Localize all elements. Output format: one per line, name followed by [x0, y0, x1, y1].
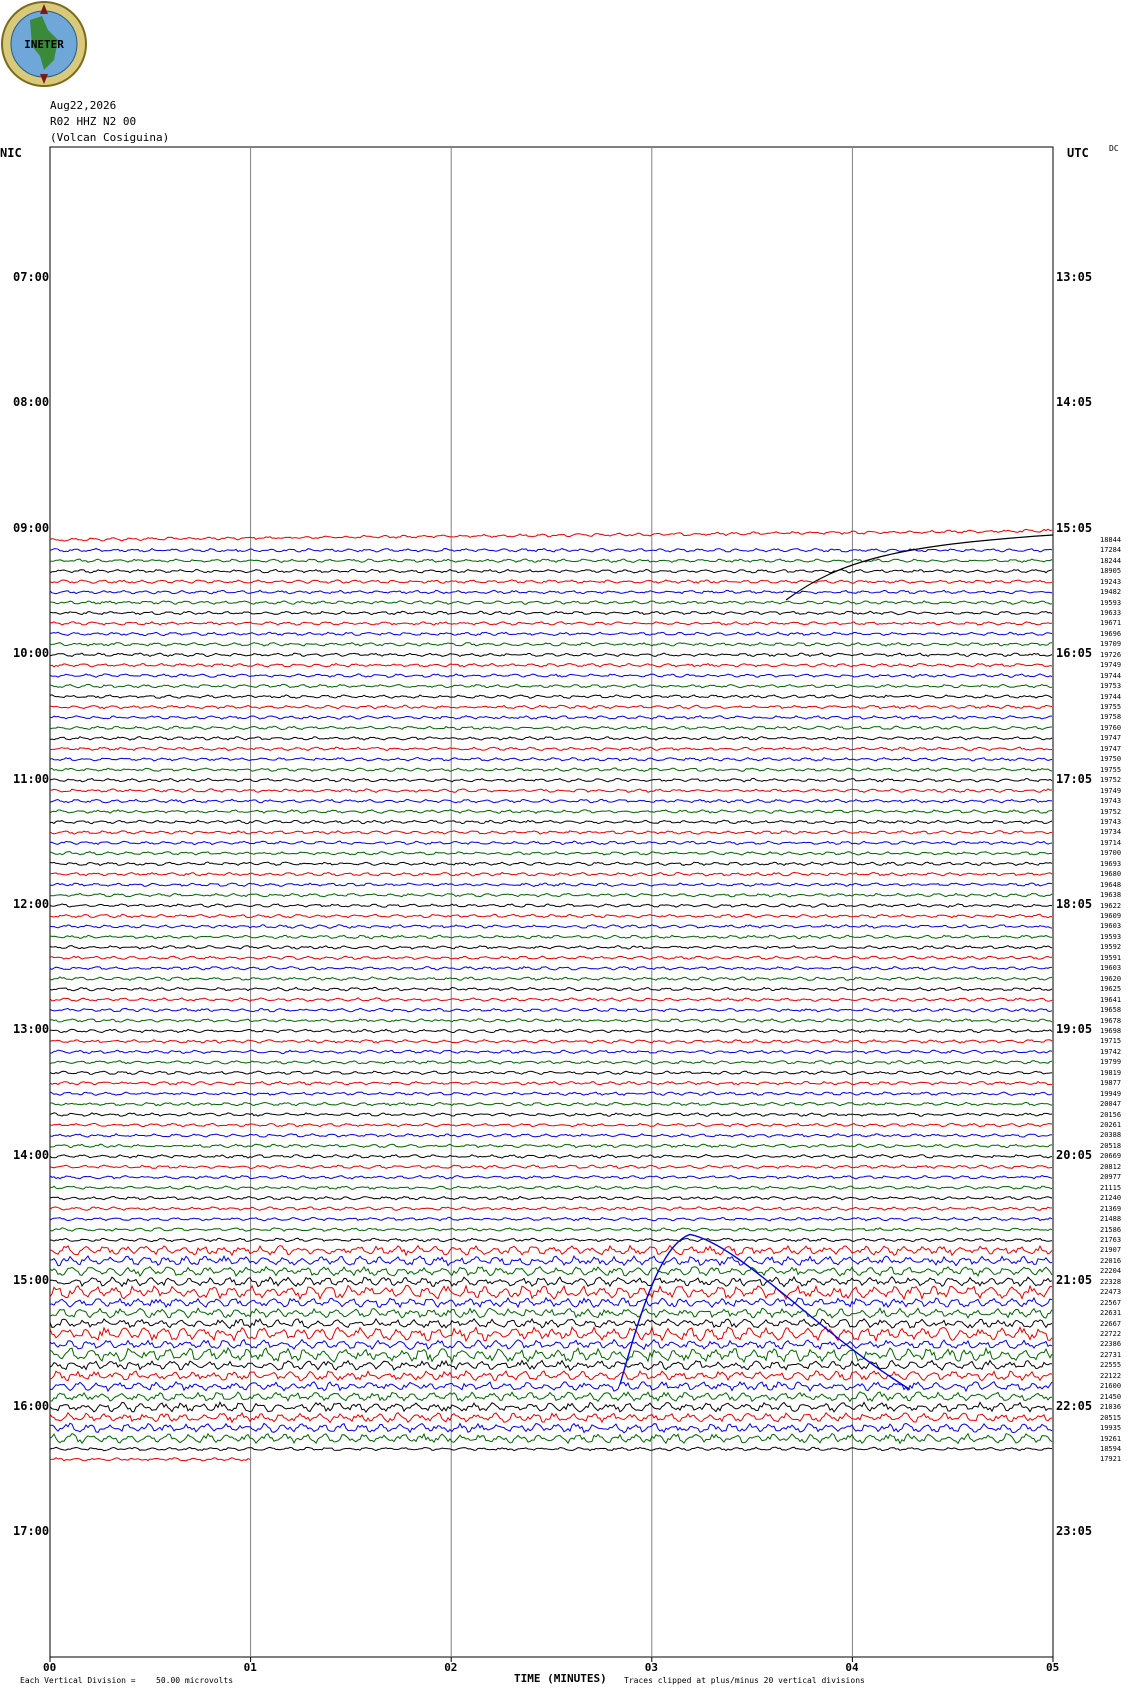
seismic-trace [49, 777, 1053, 783]
footer-scale-value: 50.00 microvolts [156, 1676, 234, 1685]
seismic-trace [49, 756, 1053, 762]
seismic-trace [49, 767, 1053, 773]
seismic-trace [49, 1380, 1053, 1393]
seismic-trace [49, 1400, 1053, 1413]
seismic-trace [49, 631, 1053, 637]
seismic-trace [49, 1411, 1053, 1424]
seismic-trace [49, 704, 1053, 710]
seismic-trace [49, 976, 1053, 981]
event-group [619, 534, 1054, 1391]
seismic-trace [49, 1359, 1053, 1371]
seismic-trace [49, 610, 1053, 616]
seismic-trace [49, 1325, 1053, 1343]
seismic-trace [49, 641, 1053, 647]
seismic-trace [49, 1244, 1053, 1257]
seismic-trace [49, 1227, 1053, 1232]
seismic-trace [49, 1091, 1053, 1096]
long-period-drift [785, 534, 1054, 601]
seismic-trace [49, 621, 1053, 626]
seismic-trace [49, 882, 1053, 887]
seismic-trace [49, 861, 1053, 867]
seismic-trace [49, 1265, 1053, 1278]
seismic-trace [49, 1457, 251, 1462]
seismic-trace [49, 1185, 1053, 1190]
seismic-trace [49, 683, 1053, 689]
footer-clip-note: Traces clipped at plus/minus 20 vertical… [624, 1676, 865, 1685]
seismic-trace [49, 1101, 1053, 1107]
seismic-trace [49, 652, 1053, 658]
seismic-trace [49, 589, 1053, 595]
seismic-trace [49, 662, 1053, 668]
seismic-trace [49, 1080, 1052, 1086]
seismic-trace [49, 913, 1052, 919]
seismic-trace [49, 1174, 1053, 1180]
seismic-trace [49, 600, 1053, 605]
seismic-trace [49, 788, 1053, 793]
seismic-trace [49, 1370, 1053, 1382]
trace-group [49, 528, 1053, 1462]
seismic-trace [49, 1338, 1053, 1351]
seismic-trace [49, 1346, 1053, 1364]
seismic-trace [49, 924, 1053, 929]
seismic-trace [49, 903, 1053, 908]
seismic-trace [49, 1216, 1053, 1222]
seismic-trace [49, 934, 1053, 940]
seismic-trace [49, 830, 1053, 835]
seismic-trace [49, 1143, 1053, 1149]
seismic-trace [49, 1164, 1053, 1170]
seismic-trace [49, 547, 1053, 553]
seismic-trace [49, 528, 1053, 542]
seismic-trace [49, 840, 1053, 846]
seismic-trace [49, 871, 1053, 877]
seismic-trace [49, 1070, 1053, 1075]
footer-scale-label: Each Vertical Division = [20, 1676, 136, 1685]
seismic-trace [49, 986, 1053, 992]
seismic-trace [49, 1254, 1052, 1267]
seismic-trace [49, 1237, 1053, 1243]
seismic-trace [49, 558, 1053, 564]
seismic-trace [49, 1307, 1053, 1319]
seismic-trace [49, 1049, 1053, 1055]
seismic-trace [49, 1206, 1053, 1211]
seismic-trace [49, 579, 1053, 584]
seismic-trace [49, 1296, 1053, 1309]
seismic-trace [49, 673, 1053, 678]
seismic-trace [49, 1391, 1053, 1403]
seismic-trace [49, 945, 1053, 950]
seismic-trace [49, 1284, 1053, 1301]
seismic-trace [49, 746, 1053, 752]
seismogram-plot [49, 146, 1054, 1662]
seismic-trace [49, 892, 1053, 898]
seismic-trace [49, 1007, 1053, 1013]
plot-frame [49, 146, 1054, 1658]
seismic-trace [49, 809, 1053, 814]
seismic-trace [49, 1432, 1053, 1445]
seismic-trace [49, 1154, 1053, 1159]
seismic-trace [49, 1018, 1053, 1023]
seismic-trace [49, 1195, 1053, 1201]
seismic-trace [49, 798, 1053, 804]
seismic-trace [49, 1060, 1053, 1065]
seismic-trace [49, 715, 1052, 720]
seismic-trace [49, 1039, 1053, 1044]
seismic-trace [49, 725, 1053, 731]
seismic-trace [49, 1446, 1053, 1452]
seismic-trace [49, 568, 1053, 574]
x-axis-title: TIME (MINUTES) [514, 1672, 607, 1685]
seismic-trace [49, 1133, 1053, 1138]
seismic-trace [49, 1122, 1053, 1128]
seismic-trace [49, 694, 1053, 699]
seismic-trace [49, 965, 1052, 971]
seismic-trace [49, 1317, 1053, 1330]
seismic-trace [49, 997, 1053, 1002]
seismic-trace [49, 851, 1053, 856]
seismic-trace [49, 1112, 1053, 1117]
seismic-trace [49, 1422, 1053, 1434]
seismic-trace [49, 736, 1053, 741]
seismic-trace [49, 955, 1053, 961]
seismic-trace [49, 1275, 1053, 1288]
seismic-trace [49, 1028, 1053, 1034]
seismic-trace [49, 819, 1053, 825]
